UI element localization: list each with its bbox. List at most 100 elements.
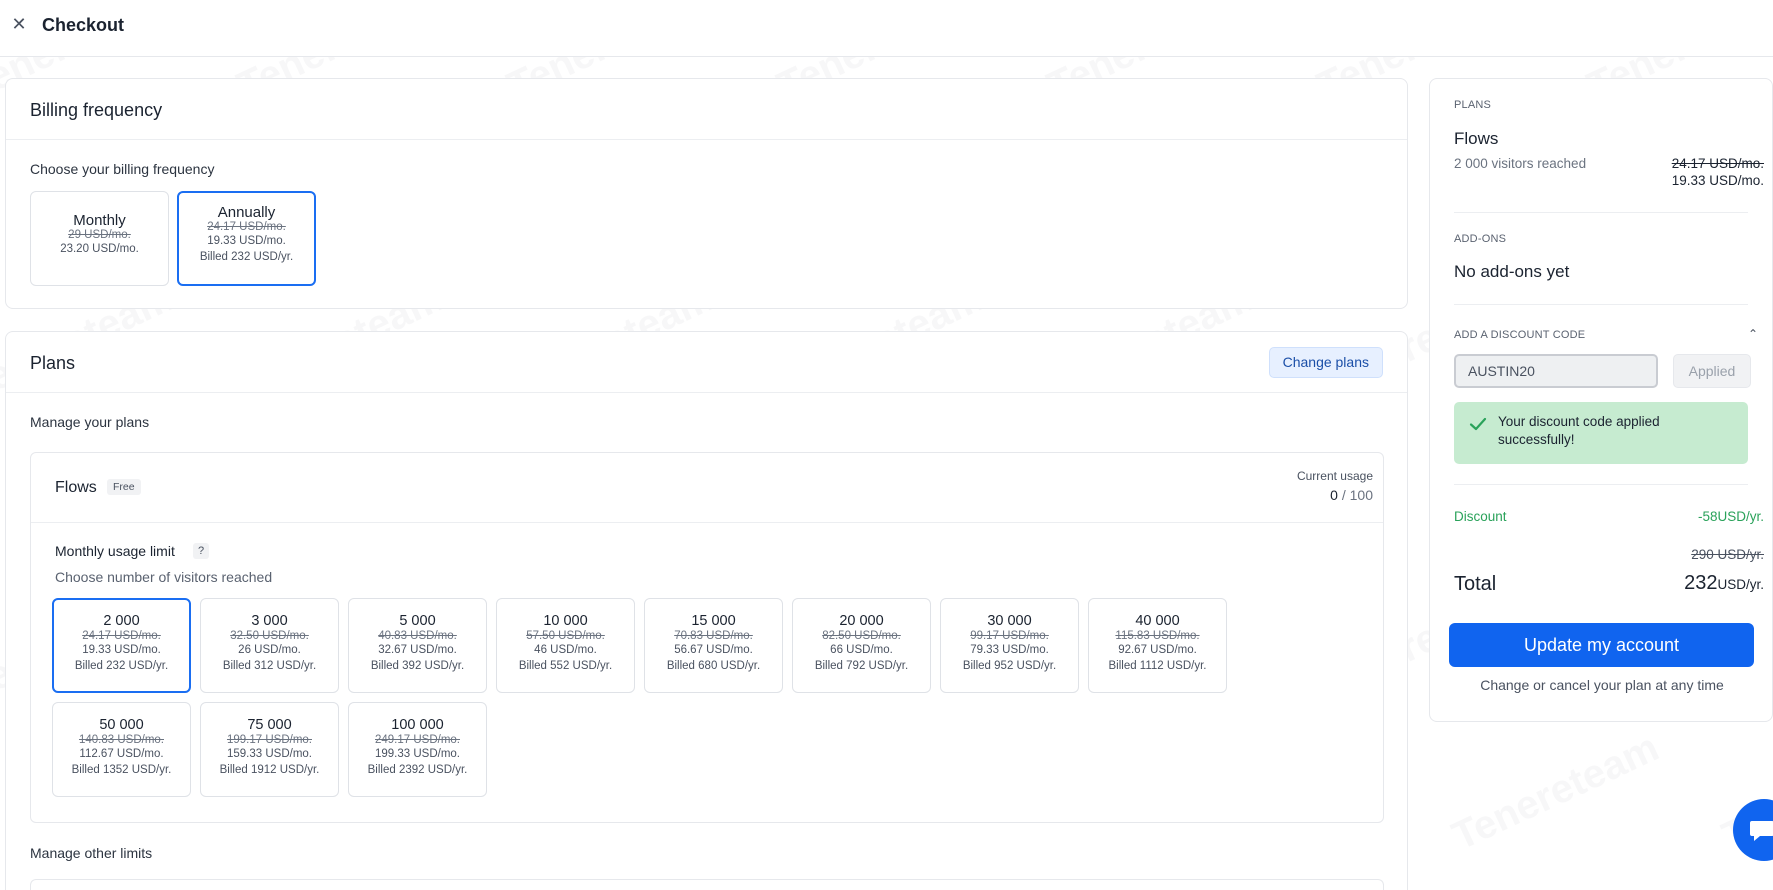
chat-icon xyxy=(1750,821,1773,841)
monthly-usage-limit-title: Monthly usage limit xyxy=(55,543,175,559)
usage-limit: 100 xyxy=(1349,487,1373,503)
tier-option[interactable]: 2 000 24.17 USD/mo. 19.33 USD/mo. Billed 23… xyxy=(52,598,191,693)
tier-name: 40 000 xyxy=(1135,613,1180,629)
tier-billed: Billed 232 USD/yr. xyxy=(74,660,169,672)
tier-name: 10 000 xyxy=(543,613,588,629)
total-label: Total xyxy=(1454,573,1497,595)
tier-billed: Billed 1112 USD/yr. xyxy=(1108,660,1207,672)
tier-price: 19.33 USD/mo. xyxy=(82,644,161,656)
update-account-button[interactable]: Update my account xyxy=(1449,623,1754,667)
billing-option-name: Annually xyxy=(217,204,276,221)
billing-option-monthly[interactable]: Monthly 29 USD/mo. 23.20 USD/mo. xyxy=(30,191,169,286)
plans-card-header: Plans Change plans xyxy=(6,332,1407,393)
tier-strike-price: 249.17 USD/mo. xyxy=(374,734,460,746)
billing-option-strike-price: 29 USD/mo. xyxy=(68,229,131,241)
tier-strike-price: 115.83 USD/mo. xyxy=(1115,630,1200,642)
usage-used: 0 xyxy=(1330,487,1338,503)
current-usage-label: Current usage xyxy=(1296,469,1373,483)
tier-strike-price: 70.83 USD/mo. xyxy=(674,630,753,642)
billing-prompt: Choose your billing frequency xyxy=(30,161,215,177)
tier-price: 79.33 USD/mo. xyxy=(970,644,1049,656)
original-total: 290 USD/yr. xyxy=(1691,547,1764,562)
billing-option-price: 23.20 USD/mo. xyxy=(60,243,139,255)
discount-code-input[interactable] xyxy=(1454,354,1658,388)
tier-option[interactable]: 15 000 70.83 USD/mo. 56.67 USD/mo. Billed 6… xyxy=(644,598,783,693)
summary-plan-name: Flows xyxy=(1454,129,1499,148)
tier-price: 32.67 USD/mo. xyxy=(378,644,457,656)
tier-billed: Billed 1352 USD/yr. xyxy=(71,764,172,776)
flows-plan-header: Flows Free Current usage 0 / 100 xyxy=(31,453,1383,523)
tier-strike-price: 99.17 USD/mo. xyxy=(970,630,1049,642)
billing-title: Billing frequency xyxy=(30,100,163,120)
check-icon xyxy=(1469,417,1487,431)
summary-divider xyxy=(1454,212,1748,213)
tier-option[interactable]: 75 000 199.17 USD/mo. 159.33 USD/mo. Billed… xyxy=(200,702,339,797)
tier-strike-price: 57.50 USD/mo. xyxy=(526,630,605,642)
tier-price: 56.67 USD/mo. xyxy=(674,644,753,656)
summary-plan-visitors: 2 000 visitors reached xyxy=(1454,156,1587,171)
tier-option[interactable]: 5 000 40.83 USD/mo. 32.67 USD/mo. Billed 39… xyxy=(348,598,487,693)
tier-name: 30 000 xyxy=(987,613,1032,629)
billing-card-header: Billing frequency xyxy=(6,79,1407,140)
tier-billed: Billed 792 USD/yr. xyxy=(814,660,909,672)
tier-billed: Billed 392 USD/yr. xyxy=(370,660,465,672)
tier-price: 26 USD/mo. xyxy=(238,644,301,656)
help-icon[interactable]: ? xyxy=(193,543,209,559)
billing-option-strike-price: 24.17 USD/mo. xyxy=(207,221,286,233)
discount-section-label: ADD A DISCOUNT CODE xyxy=(1454,329,1586,341)
tier-name: 20 000 xyxy=(839,613,884,629)
flows-plan-box: Flows Free Current usage 0 / 100 Monthly… xyxy=(30,452,1384,823)
tier-name: 50 000 xyxy=(99,717,144,733)
tier-name: 15 000 xyxy=(691,613,736,629)
tier-billed: Billed 1912 USD/yr. xyxy=(219,764,320,776)
plans-section-label: PLANS xyxy=(1454,99,1492,111)
top-bar: ✕ Checkout xyxy=(0,0,1773,57)
summary-plan-strike-price: 24.17 USD/mo. xyxy=(1671,156,1764,171)
summary-divider xyxy=(1454,484,1748,485)
tier-price: 92.67 USD/mo. xyxy=(1118,644,1197,656)
chevron-up-icon[interactable]: ⌃ xyxy=(1748,327,1758,341)
watermark-text: Tenereteam xyxy=(1445,725,1666,859)
discount-row-label: Discount xyxy=(1454,509,1507,524)
tier-name: 3 000 xyxy=(251,613,288,629)
tier-price: 112.67 USD/mo. xyxy=(79,748,164,760)
tier-price: 46 USD/mo. xyxy=(534,644,597,656)
tier-option[interactable]: 20 000 82.50 USD/mo. 66 USD/mo. Billed 792 … xyxy=(792,598,931,693)
order-summary-card: PLANS Flows 2 000 visitors reached 24.17… xyxy=(1429,78,1773,722)
billing-option-billed: Billed 232 USD/yr. xyxy=(199,251,294,263)
close-icon[interactable]: ✕ xyxy=(10,15,28,33)
plans-title: Plans xyxy=(30,353,76,373)
summary-divider xyxy=(1454,304,1748,305)
plans-card: Plans Change plans Manage your plans Flo… xyxy=(5,331,1408,890)
billing-option-annually[interactable]: Annually 24.17 USD/mo. 19.33 USD/mo. Bil… xyxy=(177,191,316,286)
tier-strike-price: 24.17 USD/mo. xyxy=(82,630,161,642)
current-usage-value: 0 / 100 xyxy=(1330,487,1373,503)
flows-plan-name: Flows xyxy=(55,479,97,496)
tier-price: 66 USD/mo. xyxy=(830,644,893,656)
billing-option-name: Monthly xyxy=(73,212,126,229)
tier-billed: Billed 2392 USD/yr. xyxy=(367,764,468,776)
tier-option[interactable]: 30 000 99.17 USD/mo. 79.33 USD/mo. Billed 9… xyxy=(940,598,1079,693)
tier-name: 5 000 xyxy=(399,613,436,629)
tier-billed: Billed 312 USD/yr. xyxy=(222,660,317,672)
applied-button[interactable]: Applied xyxy=(1673,354,1751,388)
tier-strike-price: 82.50 USD/mo. xyxy=(822,630,901,642)
change-cancel-note: Change or cancel your plan at any time xyxy=(1480,677,1724,693)
discount-row-value: -58USD/yr. xyxy=(1697,509,1764,524)
tier-option[interactable]: 100 000 249.17 USD/mo. 199.33 USD/mo. Bille… xyxy=(348,702,487,797)
tier-option[interactable]: 50 000 140.83 USD/mo. 112.67 USD/mo. Billed… xyxy=(52,702,191,797)
tier-option[interactable]: 10 000 57.50 USD/mo. 46 USD/mo. Billed 552 … xyxy=(496,598,635,693)
summary-plan-price: 19.33 USD/mo. xyxy=(1671,173,1764,188)
tier-strike-price: 40.83 USD/mo. xyxy=(378,630,457,642)
tier-billed: Billed 552 USD/yr. xyxy=(518,660,613,672)
visitors-prompt: Choose number of visitors reached xyxy=(55,569,273,585)
billing-frequency-card: Billing frequency Choose your billing fr… xyxy=(5,78,1408,309)
discount-success-message: Your discount code applied successfully! xyxy=(1454,402,1748,464)
usage-separator: / xyxy=(1337,487,1350,503)
tier-option[interactable]: 3 000 32.50 USD/mo. 26 USD/mo. Billed 312 U… xyxy=(200,598,339,693)
chat-button[interactable] xyxy=(1733,799,1773,861)
tier-option[interactable]: 40 000 115.83 USD/mo. 92.67 USD/mo. Billed … xyxy=(1088,598,1227,693)
change-plans-button[interactable]: Change plans xyxy=(1268,347,1383,378)
tier-name: 2 000 xyxy=(103,613,140,629)
no-addons-text: No add-ons yet xyxy=(1454,262,1570,281)
